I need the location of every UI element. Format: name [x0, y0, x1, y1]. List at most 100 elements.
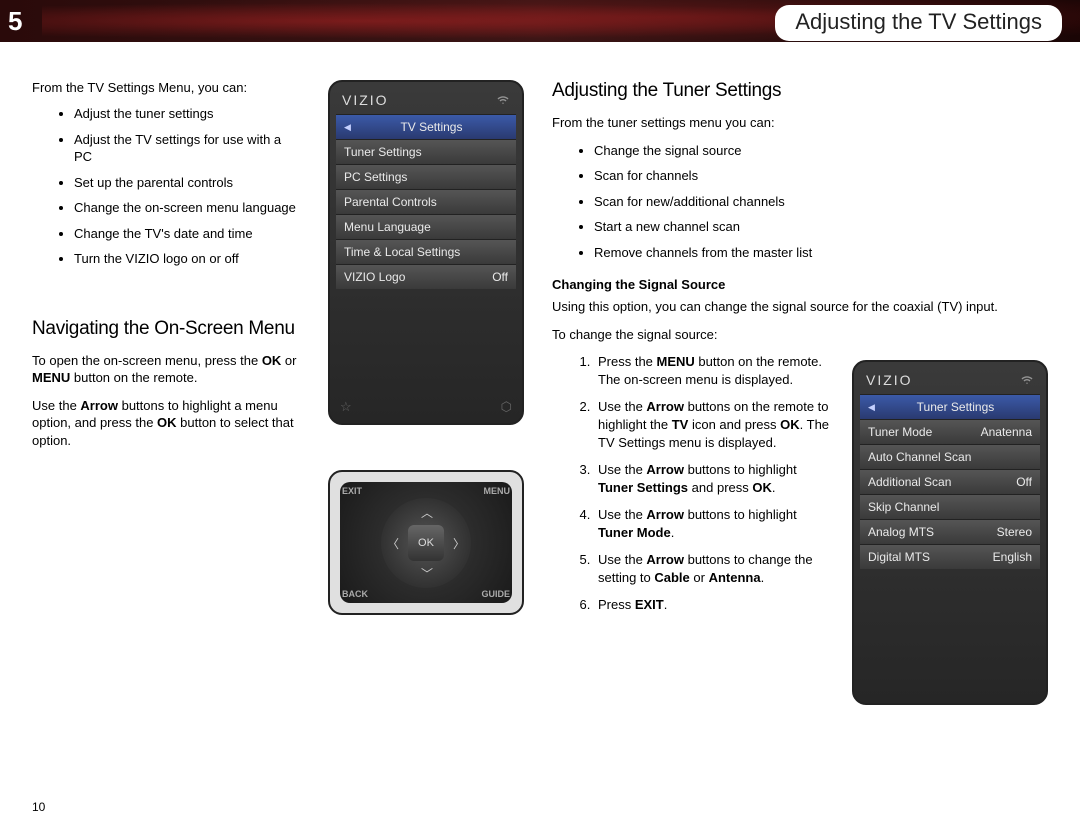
- bold-cable: Cable: [654, 570, 689, 585]
- device-brand-row: VIZIO: [336, 90, 516, 114]
- arrow-left-icon: 〈: [387, 535, 399, 552]
- row-value: Off: [492, 270, 508, 284]
- bullet-item: Adjust the TV settings for use with a PC: [74, 131, 300, 166]
- dpad: ︿ ﹀ 〈 〉 OK: [381, 498, 471, 588]
- remote-body: EXIT MENU BACK GUIDE ︿ ﹀ 〈 〉 OK: [340, 482, 512, 603]
- row-value: Off: [1016, 475, 1032, 489]
- text: Use the: [598, 507, 646, 522]
- step-3: Use the Arrow buttons to highlight Tuner…: [594, 461, 832, 496]
- menu-row-tuner-mode: Tuner Mode Anatenna: [860, 419, 1040, 444]
- menu-row-tuner-settings: Tuner Settings: [860, 394, 1040, 419]
- bold-arrow: Arrow: [646, 462, 684, 477]
- arrow-up-icon: ︿: [421, 504, 433, 521]
- row-label: Digital MTS: [868, 550, 930, 564]
- text: .: [664, 597, 668, 612]
- chapter-header: 5 Adjusting the TV Settings: [0, 0, 1080, 42]
- text: or: [281, 353, 296, 368]
- row-label: Auto Channel Scan: [868, 450, 971, 464]
- bold-arrow: Arrow: [646, 399, 684, 414]
- step-4: Use the Arrow buttons to highlight Tuner…: [594, 506, 832, 541]
- page-content: From the TV Settings Menu, you can: Adju…: [0, 42, 1080, 705]
- bold-ok: OK: [752, 480, 772, 495]
- nav-paragraph-1: To open the on-screen menu, press the OK…: [32, 352, 300, 387]
- row-label: Time & Local Settings: [344, 245, 460, 259]
- text: .: [772, 480, 776, 495]
- tuner-bullets: Change the signal source Scan for channe…: [594, 142, 832, 262]
- step-5: Use the Arrow buttons to change the sett…: [594, 551, 832, 586]
- text: Press the: [598, 354, 657, 369]
- row-label: VIZIO Logo: [344, 270, 405, 284]
- row-label: Skip Channel: [868, 500, 939, 514]
- bold-menu: MENU: [657, 354, 695, 369]
- bold-menu: MENU: [32, 370, 70, 385]
- menu-row-pc-settings: PC Settings: [336, 164, 516, 189]
- row-label: Menu Language: [344, 220, 431, 234]
- tv-settings-intro: From the TV Settings Menu, you can:: [32, 80, 300, 95]
- bullet-item: Change the TV's date and time: [74, 225, 300, 243]
- menu-row-menu-lang: Menu Language: [336, 214, 516, 239]
- bullet-item: Scan for new/additional channels: [594, 193, 832, 211]
- bold-ok: OK: [262, 353, 282, 368]
- row-label: Tuner Settings: [344, 145, 422, 159]
- text: buttons to highlight: [684, 462, 797, 477]
- menu-label: MENU: [484, 486, 511, 496]
- page-number: 10: [32, 800, 45, 814]
- device-footer: ☆⬡: [336, 397, 516, 415]
- step-2: Use the Arrow buttons on the remote to h…: [594, 398, 832, 451]
- menu-row-vizio-logo: VIZIO Logo Off: [336, 264, 516, 289]
- menu-row-additional-scan: Additional Scan Off: [860, 469, 1040, 494]
- brand-label: VIZIO: [866, 372, 913, 388]
- row-label: Parental Controls: [344, 195, 437, 209]
- tuner-intro: From the tuner settings menu you can:: [552, 114, 832, 132]
- bullet-item: Scan for channels: [594, 167, 832, 185]
- bullet-item: Change the on-screen menu language: [74, 199, 300, 217]
- row-label: Tuner Mode: [868, 425, 932, 439]
- steps-intro: To change the signal source:: [552, 326, 832, 344]
- bold-ok: OK: [157, 415, 177, 430]
- text: To open the on-screen menu, press the: [32, 353, 262, 368]
- text: button on the remote.: [70, 370, 197, 385]
- row-label: Analog MTS: [868, 525, 934, 539]
- bold-exit: EXIT: [635, 597, 664, 612]
- row-label: TV Settings: [400, 120, 462, 134]
- arrow-right-icon: 〉: [453, 535, 465, 552]
- row-label: Tuner Settings: [917, 400, 995, 414]
- menu-row-time-local: Time & Local Settings: [336, 239, 516, 264]
- chapter-title: Adjusting the TV Settings: [775, 5, 1062, 41]
- middle-column: VIZIO TV Settings Tuner Settings PC Sett…: [328, 80, 524, 705]
- brand-label: VIZIO: [342, 92, 389, 108]
- row-label: Additional Scan: [868, 475, 951, 489]
- step-1: Press the MENU button on the remote. The…: [594, 353, 832, 388]
- row-label: PC Settings: [344, 170, 407, 184]
- bold-tuner-mode: Tuner Mode: [598, 525, 671, 540]
- text: .: [671, 525, 675, 540]
- text: buttons to highlight: [684, 507, 797, 522]
- text: Use the: [598, 462, 646, 477]
- tv-settings-screenshot: VIZIO TV Settings Tuner Settings PC Sett…: [328, 80, 524, 425]
- text: Use the: [598, 552, 646, 567]
- menu-row-auto-scan: Auto Channel Scan: [860, 444, 1040, 469]
- back-label: BACK: [342, 589, 368, 599]
- signal-source-heading: Changing the Signal Source: [552, 277, 832, 292]
- bullet-item: Remove channels from the master list: [594, 244, 832, 262]
- wifi-icon: [496, 94, 510, 106]
- right-column: Adjusting the Tuner Settings From the tu…: [552, 80, 1048, 705]
- row-value: Anatenna: [981, 425, 1032, 439]
- text: Use the: [32, 398, 80, 413]
- tuner-heading: Adjusting the Tuner Settings: [552, 80, 832, 102]
- row-value: English: [993, 550, 1032, 564]
- text: Press: [598, 597, 635, 612]
- text: and press: [688, 480, 752, 495]
- device-brand-row: VIZIO: [860, 370, 1040, 394]
- signal-source-steps: Press the MENU button on the remote. The…: [594, 353, 832, 614]
- text: icon and press: [688, 417, 780, 432]
- step-6: Press EXIT.: [594, 596, 832, 614]
- bullet-item: Change the signal source: [594, 142, 832, 160]
- menu-row-tuner-settings: Tuner Settings: [336, 139, 516, 164]
- bullet-item: Adjust the tuner settings: [74, 105, 300, 123]
- chapter-number: 5: [8, 6, 22, 37]
- bold-tv: TV: [672, 417, 689, 432]
- device-fill: [336, 289, 516, 397]
- exit-label: EXIT: [342, 486, 362, 496]
- logo-icon: ⬡: [501, 399, 512, 415]
